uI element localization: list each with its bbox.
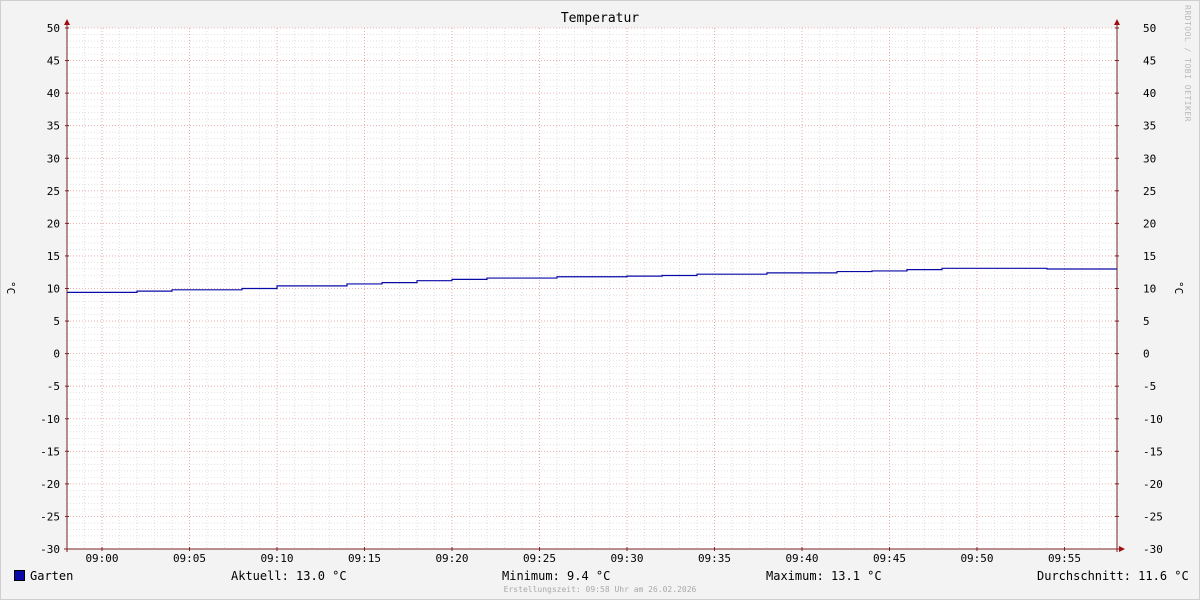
x-tick-label: 09:55 bbox=[1048, 552, 1081, 565]
y-tick-label-right: -10 bbox=[1143, 413, 1163, 426]
y-tick-label-left: 25 bbox=[47, 185, 60, 198]
y-tick-label-right: 25 bbox=[1143, 185, 1156, 198]
y-tick-label-right: -30 bbox=[1143, 543, 1163, 556]
y-tick-label-left: 15 bbox=[47, 250, 60, 263]
y-tick-label-left: -30 bbox=[40, 543, 60, 556]
y-tick-label-right: 15 bbox=[1143, 250, 1156, 263]
legend-current: Aktuell: 13.0 °C bbox=[231, 569, 347, 583]
x-tick-label: 09:45 bbox=[873, 552, 906, 565]
x-tick-label: 09:05 bbox=[173, 552, 206, 565]
y-tick-label-left: 30 bbox=[47, 152, 60, 165]
x-tick-label: 09:30 bbox=[610, 552, 643, 565]
y-tick-label-left: -20 bbox=[40, 478, 60, 491]
y-tick-label-left: -10 bbox=[40, 413, 60, 426]
y-tick-label-left: 0 bbox=[53, 348, 60, 361]
y-tick-label-right: 0 bbox=[1143, 348, 1150, 361]
y-tick-label-left: -15 bbox=[40, 445, 60, 458]
y-axis-label-right: °C bbox=[1172, 281, 1185, 295]
y-tick-label-right: -25 bbox=[1143, 510, 1163, 523]
x-axis-arrow bbox=[1119, 546, 1125, 552]
y-tick-label-right: -20 bbox=[1143, 478, 1163, 491]
y-tick-labels-right: 50454035302520151050-5-10-15-20-25-30 bbox=[1143, 22, 1163, 556]
y-tick-label-right: 40 bbox=[1143, 87, 1156, 100]
legend-maximum: Maximum: 13.1 °C bbox=[766, 569, 882, 583]
legend-series-name: Garten bbox=[30, 569, 74, 583]
creation-time-footer: Erstellungszeit: 09:58 Uhr am 26.02.2026 bbox=[503, 585, 697, 594]
chart-svg: 50454035302520151050-5-10-15-20-25-30 50… bbox=[40, 19, 1163, 565]
y-tick-label-right: 45 bbox=[1143, 55, 1156, 68]
x-tick-label: 09:40 bbox=[785, 552, 818, 565]
x-tick-label: 09:20 bbox=[435, 552, 468, 565]
y-tick-label-left: 35 bbox=[47, 120, 60, 133]
legend-minimum: Minimum: 9.4 °C bbox=[502, 569, 611, 583]
y-tick-label-right: 10 bbox=[1143, 283, 1156, 296]
y-tick-label-right: -15 bbox=[1143, 445, 1163, 458]
rrdtool-watermark: RRDTOOL / TOBI OETIKER bbox=[1183, 5, 1192, 122]
y-axis-label-left: °C bbox=[4, 281, 17, 295]
y-tick-label-left: 45 bbox=[47, 55, 60, 68]
y-tick-label-left: -5 bbox=[47, 380, 60, 393]
x-tick-label: 09:10 bbox=[260, 552, 293, 565]
y-tick-label-right: 30 bbox=[1143, 152, 1156, 165]
legend-average: Durchschnitt: 11.6 °C bbox=[1037, 569, 1189, 583]
y-tick-label-right: 5 bbox=[1143, 315, 1150, 328]
y-tick-label-right: 35 bbox=[1143, 120, 1156, 133]
x-tick-labels: 09:00 09:05 09:10 09:15 09:20 09:25 09:30 09:35… bbox=[85, 552, 1081, 565]
chart-title: Temperatur bbox=[560, 11, 640, 26]
x-tick-label: 09:35 bbox=[698, 552, 731, 565]
y-tick-label-right: 20 bbox=[1143, 217, 1156, 230]
y-tick-label-left: -25 bbox=[40, 510, 60, 523]
y-tick-label-left: 10 bbox=[47, 283, 60, 296]
x-tick-label: 09:25 bbox=[523, 552, 556, 565]
y-tick-label-right: -5 bbox=[1143, 380, 1156, 393]
y-tick-label-left: 40 bbox=[47, 87, 60, 100]
legend-swatch-garten bbox=[14, 570, 25, 581]
x-tick-label: 09:15 bbox=[348, 552, 381, 565]
y-tick-label-left: 5 bbox=[53, 315, 60, 328]
x-tick-label: 09:50 bbox=[960, 552, 993, 565]
y-tick-label-left: 20 bbox=[47, 217, 60, 230]
y-tick-labels-left: 50454035302520151050-5-10-15-20-25-30 bbox=[40, 22, 60, 556]
x-tick-label: 09:00 bbox=[85, 552, 118, 565]
